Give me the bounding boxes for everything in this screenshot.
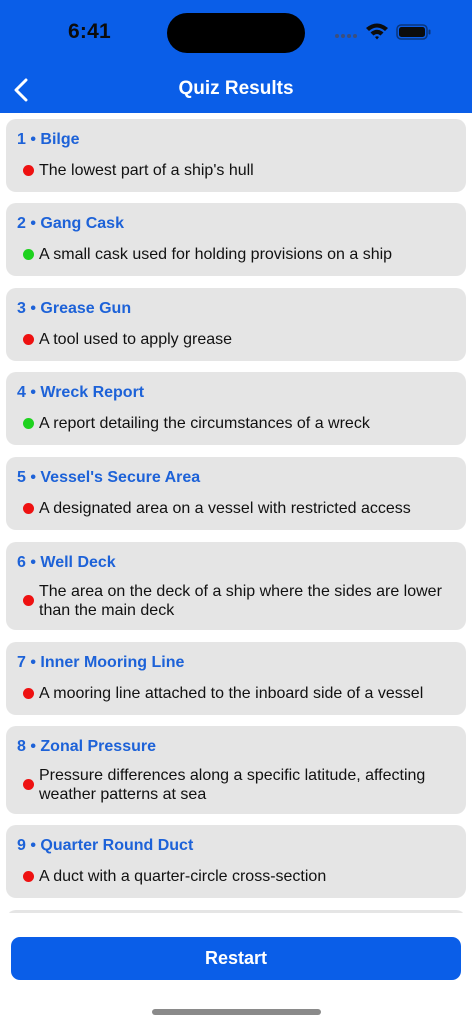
page-title: Quiz Results <box>178 78 294 99</box>
incorrect-status-dot <box>23 871 34 882</box>
result-definition: A tool used to apply grease <box>39 331 233 348</box>
result-card: 8 • Zonal Pressure Pressure differences … <box>6 726 466 814</box>
wifi-icon <box>366 23 388 40</box>
result-term: 6 • Well Deck <box>17 554 116 571</box>
result-definition: A mooring line attached to the inboard s… <box>39 685 424 702</box>
cellular-signal-icon <box>335 34 357 38</box>
result-definition: A duct with a quarter-circle cross-secti… <box>39 868 327 885</box>
result-term: 4 • Wreck Report <box>17 384 145 401</box>
result-definition: A report detailing the circumstances of … <box>39 415 370 432</box>
header: 6:41 Quiz Results <box>0 0 472 113</box>
footer: Restart <box>0 913 472 1024</box>
result-term: 5 • Vessel's Secure Area <box>17 469 201 486</box>
incorrect-status-dot <box>23 165 34 176</box>
incorrect-status-dot <box>23 334 34 345</box>
result-definition: The lowest part of a ship's hull <box>39 162 254 179</box>
result-card: 4 • Wreck Report A report detailing the … <box>6 372 466 445</box>
restart-button[interactable]: Restart <box>11 937 461 980</box>
result-card: 5 • Vessel's Secure Area A designated ar… <box>6 457 466 530</box>
incorrect-status-dot <box>23 503 34 514</box>
result-definition: The area on the deck of a ship where the… <box>39 583 442 619</box>
result-card: 1 • Bilge The lowest part of a ship's hu… <box>6 119 466 192</box>
result-term: 2 • Gang Cask <box>17 215 124 232</box>
result-card: 3 • Grease Gun A tool used to apply grea… <box>6 288 466 361</box>
result-definition: A small cask used for holding provisions… <box>39 246 393 263</box>
status-time: 6:41 <box>68 20 111 43</box>
result-definition: A designated area on a vessel with restr… <box>39 500 411 517</box>
result-term: 3 • Grease Gun <box>17 300 132 317</box>
result-term: 1 • Bilge <box>17 131 80 148</box>
result-card: 9 • Quarter Round Duct A duct with a qua… <box>6 825 466 898</box>
result-card: 6 • Well Deck The area on the deck of a … <box>6 542 466 630</box>
dynamic-island <box>167 13 305 53</box>
result-card: 7 • Inner Mooring Line A mooring line at… <box>6 642 466 715</box>
results-list[interactable]: 1 • Bilge The lowest part of a ship's hu… <box>0 113 472 913</box>
incorrect-status-dot <box>23 688 34 699</box>
battery-icon <box>396 24 431 40</box>
incorrect-status-dot <box>23 595 34 606</box>
correct-status-dot <box>23 418 34 429</box>
incorrect-status-dot <box>23 779 34 790</box>
result-card: 2 • Gang Cask A small cask used for hold… <box>6 203 466 276</box>
home-indicator[interactable] <box>152 1009 321 1015</box>
result-definition: Pressure differences along a specific la… <box>39 767 426 803</box>
correct-status-dot <box>23 249 34 260</box>
result-term: 7 • Inner Mooring Line <box>17 654 185 671</box>
result-term: 9 • Quarter Round Duct <box>17 837 194 854</box>
result-term: 8 • Zonal Pressure <box>17 738 156 755</box>
